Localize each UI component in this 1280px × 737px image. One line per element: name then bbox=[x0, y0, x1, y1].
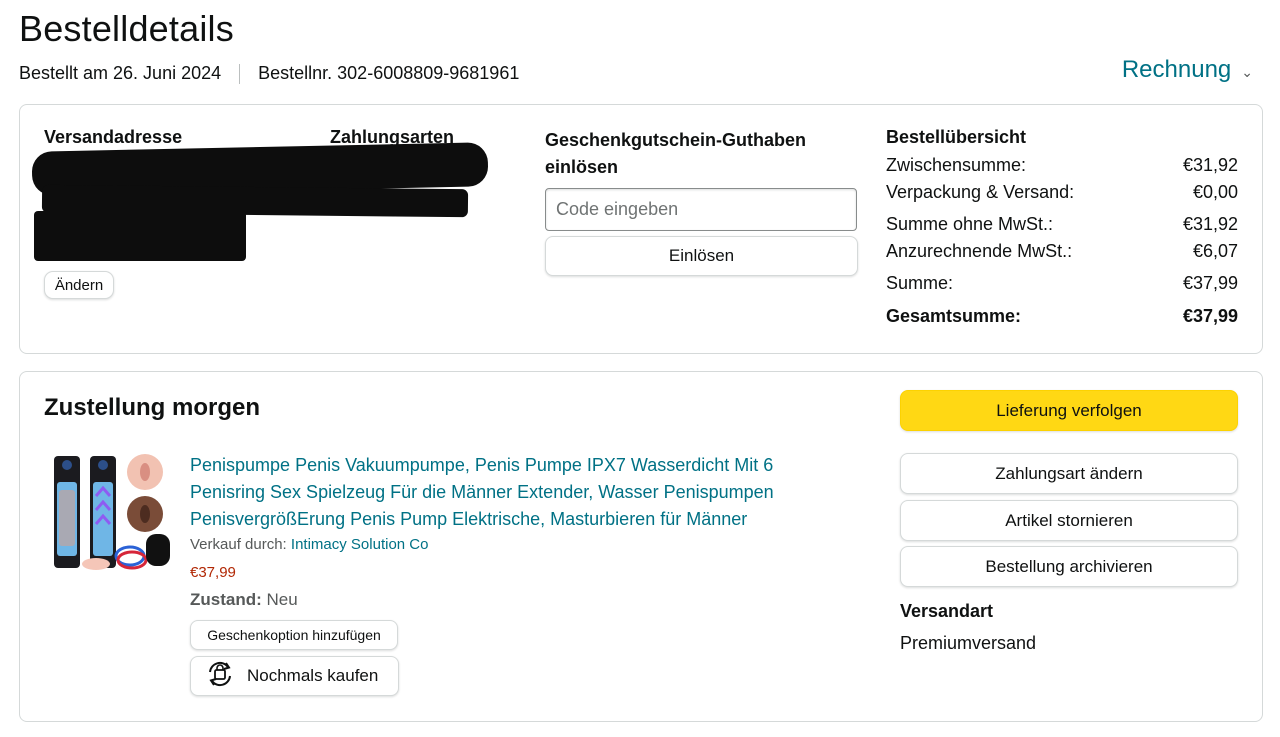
product-price: €37,99 bbox=[190, 564, 236, 581]
summary-total-value: €37,99 bbox=[1182, 306, 1238, 326]
gift-card-heading: Geschenkgutschein-Guthaben einlösen bbox=[545, 130, 807, 177]
order-summary-title: Bestellübersicht bbox=[886, 127, 1027, 147]
sold-by-label: Verkauf durch: bbox=[190, 536, 287, 553]
buy-again-button[interactable]: Nochmals kaufen bbox=[190, 656, 399, 696]
summary-value: €6,07 bbox=[1192, 241, 1238, 261]
seller-link[interactable]: Intimacy Solution Co bbox=[291, 536, 429, 553]
order-number: Bestellnr. 302-6008809-9681961 bbox=[258, 63, 520, 83]
buy-again-label: Nochmals kaufen bbox=[247, 666, 379, 685]
summary-label: Summe ohne MwSt.: bbox=[886, 214, 1054, 234]
invoice-label: Rechnung bbox=[1121, 56, 1232, 83]
product-image[interactable] bbox=[50, 452, 174, 576]
archive-order-button[interactable]: Bestellung archivieren bbox=[900, 546, 1238, 587]
summary-total-row: Gesamtsumme: €37,99 bbox=[886, 303, 1238, 330]
order-info-card: Versandadresse Zahlungsarten Ändern Gesc… bbox=[19, 104, 1263, 354]
change-address-button[interactable]: Ändern bbox=[44, 271, 114, 299]
buy-again-icon bbox=[203, 657, 237, 696]
shipping-address-heading: Versandadresse bbox=[44, 127, 183, 147]
summary-row: Summe ohne MwSt.: €31,92 bbox=[886, 211, 1238, 238]
summary-value: €0,00 bbox=[1192, 182, 1238, 202]
sold-by: Verkauf durch: Intimacy Solution Co bbox=[190, 536, 428, 553]
product-title-link[interactable]: Penispumpe Penis Vakuumpumpe, Penis Pump… bbox=[190, 452, 840, 533]
order-summary: Bestellübersicht Zwischensumme: €31,92 V… bbox=[886, 127, 1238, 330]
summary-label: Summe: bbox=[886, 273, 954, 293]
order-meta: Bestellt am 26. Juni 2024 Bestellnr. 302… bbox=[19, 63, 519, 84]
summary-value: €37,99 bbox=[1182, 273, 1238, 293]
cancel-item-button[interactable]: Artikel stornieren bbox=[900, 500, 1238, 541]
summary-total-label: Gesamtsumme: bbox=[886, 306, 1022, 326]
delivery-card: Zustellung morgen Penispumpe Penis Vakuu bbox=[19, 371, 1263, 722]
delivery-status-heading: Zustellung morgen bbox=[44, 394, 260, 421]
redaction-mark bbox=[34, 211, 246, 261]
meta-divider bbox=[239, 63, 241, 84]
invoice-dropdown[interactable]: Rechnung ⌄ bbox=[1122, 56, 1253, 84]
condition-label: Zustand: bbox=[190, 590, 262, 609]
summary-value: €31,92 bbox=[1182, 155, 1238, 175]
summary-label: Verpackung & Versand: bbox=[886, 182, 1075, 202]
summary-row: Summe: €37,99 bbox=[886, 270, 1238, 297]
chevron-down-icon: ⌄ bbox=[1241, 63, 1253, 80]
redeem-button[interactable]: Einlösen bbox=[545, 236, 858, 276]
order-date: Bestellt am 26. Juni 2024 bbox=[19, 63, 222, 83]
product-condition: Zustand: Neu bbox=[190, 590, 298, 610]
change-payment-button[interactable]: Zahlungsart ändern bbox=[900, 453, 1238, 494]
page-title: Bestelldetails bbox=[19, 8, 234, 49]
track-package-button[interactable]: Lieferung verfolgen bbox=[900, 390, 1238, 431]
summary-row: Anzurechnende MwSt.: €6,07 bbox=[886, 238, 1238, 265]
shipping-type-heading: Versandart bbox=[900, 601, 994, 621]
summary-row: Zwischensumme: €31,92 bbox=[886, 152, 1238, 179]
summary-label: Anzurechnende MwSt.: bbox=[886, 241, 1073, 261]
summary-value: €31,92 bbox=[1182, 214, 1238, 234]
shipping-type-value: Premiumversand bbox=[900, 633, 1037, 653]
condition-value: Neu bbox=[266, 590, 298, 609]
gift-code-input[interactable] bbox=[545, 188, 857, 231]
summary-row: Verpackung & Versand: €0,00 bbox=[886, 179, 1238, 206]
add-gift-option-button[interactable]: Geschenkoption hinzufügen bbox=[190, 620, 398, 650]
summary-label: Zwischensumme: bbox=[886, 155, 1027, 175]
